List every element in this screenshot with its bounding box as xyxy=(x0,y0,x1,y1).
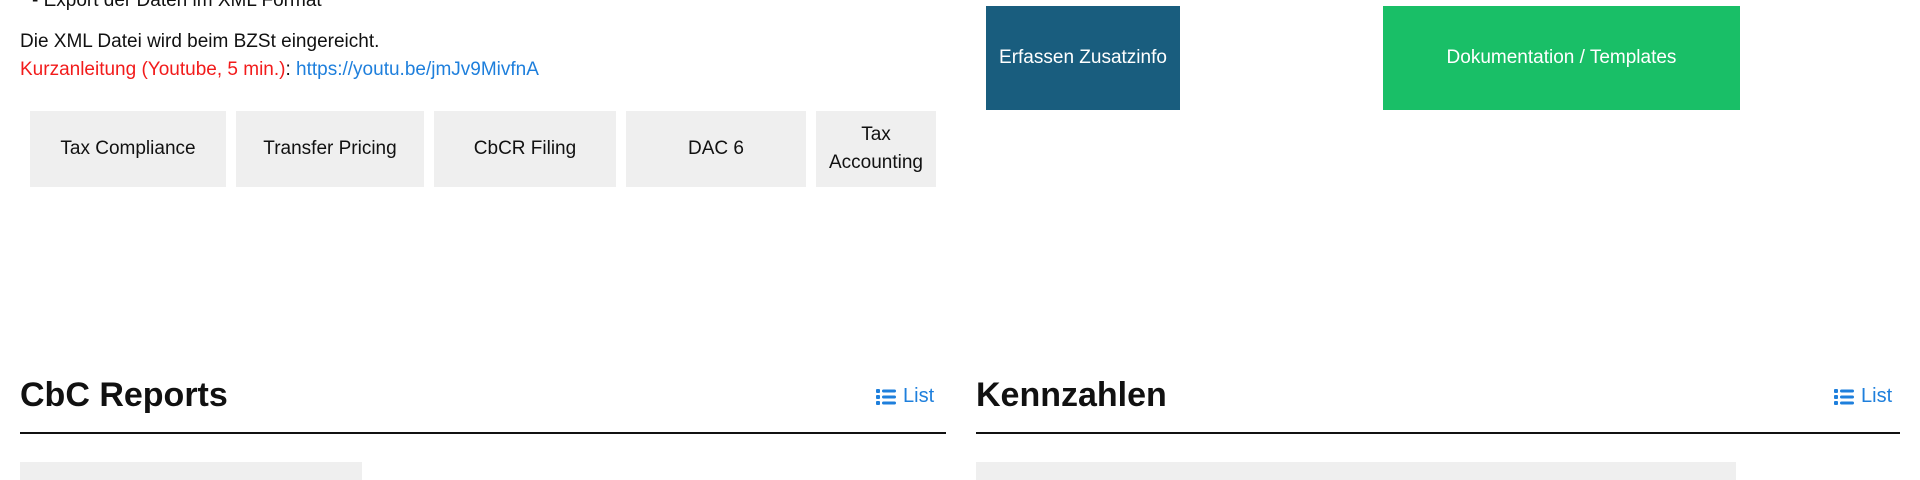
list-icon xyxy=(1834,388,1854,405)
capture-additional-info-button[interactable]: Erfassen Zusatzinfo xyxy=(986,6,1180,110)
tile-transfer-pricing[interactable]: Transfer Pricing xyxy=(236,111,424,187)
cbc-reports-title: CbC Reports xyxy=(20,376,228,414)
export-xml-label: Export der Daten im XML Format xyxy=(43,0,322,11)
list-icon xyxy=(876,388,896,405)
tile-dac-6[interactable]: DAC 6 xyxy=(626,111,806,187)
cbc-reports-list-link[interactable]: List xyxy=(876,385,934,408)
page: - Export der Daten im XML Format Die XML… xyxy=(0,0,1920,480)
documentation-templates-button[interactable]: Dokumentation / Templates xyxy=(1383,6,1740,110)
kennzahlen-divider xyxy=(976,432,1900,434)
kennzahlen-list-label: List xyxy=(1861,385,1893,407)
export-xml-text: - Export der Daten im XML Format xyxy=(32,0,322,12)
tile-cbcr-filing[interactable]: CbCR Filing xyxy=(434,111,616,187)
tile-tax-accounting[interactable]: Tax Accounting xyxy=(816,111,936,187)
cbc-reports-table-header xyxy=(20,462,362,480)
quick-guide-label: Kurzanleitung (Youtube, 5 min.) xyxy=(20,59,286,80)
submission-line: Die XML Datei wird beim BZSt eingereicht… xyxy=(20,31,380,52)
kennzahlen-title: Kennzahlen xyxy=(976,376,1167,414)
tile-tax-compliance[interactable]: Tax Compliance xyxy=(30,111,226,187)
cbc-reports-divider xyxy=(20,432,946,434)
module-tiles: Tax Compliance Transfer Pricing CbCR Fil… xyxy=(30,111,940,187)
kennzahlen-list-link[interactable]: List xyxy=(1834,385,1892,408)
quick-guide-colon: : xyxy=(285,59,291,80)
youtube-link[interactable]: https://youtu.be/jmJv9MivfnA xyxy=(296,59,539,80)
cbc-reports-list-label: List xyxy=(903,385,935,407)
export-xml-prefix: - xyxy=(32,0,44,11)
kennzahlen-table-header xyxy=(976,462,1736,480)
quick-guide-line: Kurzanleitung (Youtube, 5 min.): https:/… xyxy=(20,59,539,81)
